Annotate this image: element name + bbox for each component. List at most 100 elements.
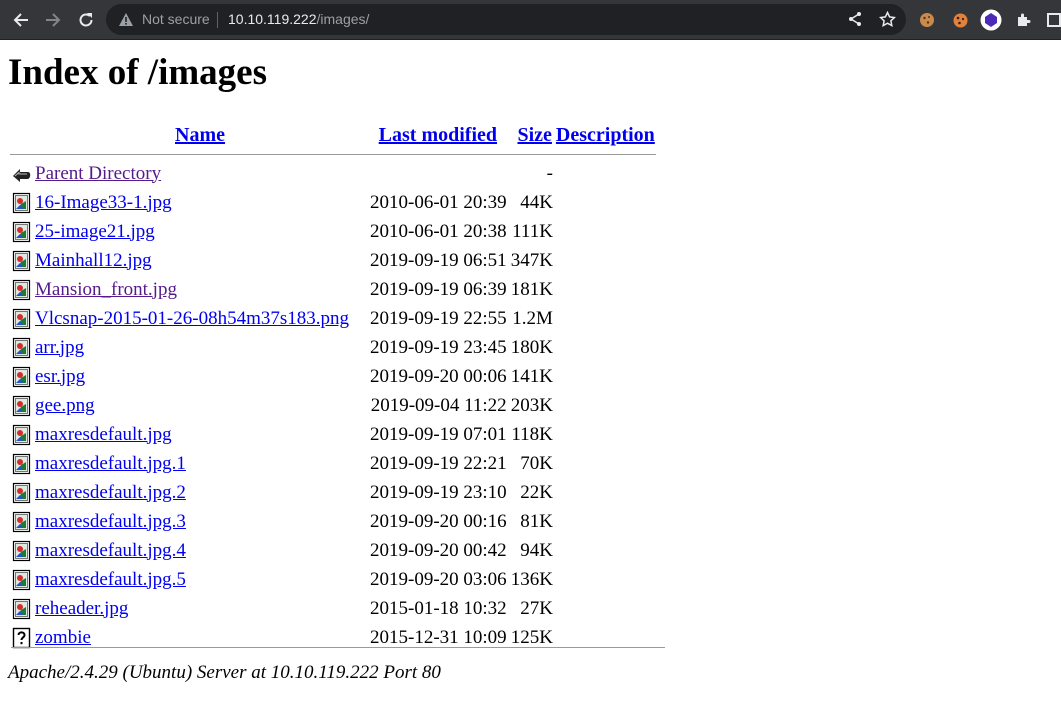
file-icon-cell [10,537,32,564]
parent-date-cell [368,160,508,187]
file-name-cell: 16-Image33-1.jpg [34,189,366,216]
parent-name-cell: Parent Directory [34,160,366,187]
address-bar[interactable]: Not secure 10.10.119.222/images/ [106,4,906,35]
file-date-cell: 2015-01-18 10:32 [370,597,507,619]
file-size-cell: 118K [511,423,553,445]
forward-arrow-icon[interactable] [42,9,64,31]
file-name-cell: Vlcsnap-2015-01-26-08h54m37s183.png [34,305,366,332]
image-file-icon [12,424,31,445]
file-link[interactable]: 25-image21.jpg [35,221,155,242]
file-name-cell: Mansion_front.jpg [34,276,366,303]
cookie-editor-extension-icon[interactable] [949,9,971,31]
file-link[interactable]: Vlcsnap-2015-01-26-08h54m37s183.png [35,308,349,329]
footer-divider [11,647,665,648]
file-link[interactable]: 16-Image33-1.jpg [35,192,172,213]
extensions-puzzle-icon[interactable] [1013,9,1035,31]
file-icon-cell [10,218,32,245]
url-text[interactable]: 10.10.119.222/images/ [228,11,369,27]
image-file-icon [12,540,31,561]
file-link[interactable]: maxresdefault.jpg [35,424,172,445]
file-size-cell: 22K [520,481,553,503]
image-file-icon [12,250,31,271]
file-date-cell: 2019-09-19 06:51 [370,249,507,271]
file-listing-table: Name Last modified Size Description Pare… [8,120,658,653]
url-path: /images/ [316,11,370,27]
file-link[interactable]: maxresdefault.jpg.3 [35,511,186,532]
directory-listing-page: Index of /images Name Last modified Size… [8,39,1053,683]
cookie-extension-icon[interactable] [916,9,938,31]
file-link[interactable]: maxresdefault.jpg.2 [35,482,186,503]
file-description-cell [555,392,656,419]
file-date-cell: 2019-09-19 23:45 [370,336,507,358]
file-date-cell: 2010-06-01 20:38 [370,220,507,242]
file-description-cell [555,218,656,245]
bookmark-star-icon[interactable] [876,8,898,30]
security-label[interactable]: Not secure [142,11,210,27]
file-row: Vlcsnap-2015-01-26-08h54m37s183.png 2019-… [10,305,656,332]
file-description-cell [555,247,656,274]
file-description-cell [555,334,656,361]
file-date-cell: 2019-09-19 22:21 [370,452,507,474]
warning-triangle-icon[interactable] [118,12,134,32]
file-link[interactable]: maxresdefault.jpg.5 [35,569,186,590]
parent-directory-link[interactable]: Parent Directory [35,163,161,184]
file-link[interactable]: Mansion_front.jpg [35,279,177,300]
window-icon[interactable] [1043,9,1061,31]
file-size-cell: 70K [520,452,553,474]
file-row: maxresdefault.jpg.4 2019-09-20 00:42 94K [10,537,656,564]
sort-by-name-link[interactable]: Name [175,124,225,146]
sort-by-description-link[interactable]: Description [556,124,655,146]
file-size-cell: 181K [510,278,553,300]
file-link[interactable]: gee.png [35,395,95,416]
sort-by-last-modified-link[interactable]: Last modified [379,124,497,146]
file-description-cell [555,450,656,477]
file-description-cell [555,363,656,390]
browser-toolbar: Not secure 10.10.119.222/images/ [0,0,1061,40]
file-row: maxresdefault.jpg.5 2019-09-20 03:06 136K [10,566,656,593]
file-row: maxresdefault.jpg.2 2019-09-19 23:10 22K [10,479,656,506]
file-link[interactable]: reheader.jpg [35,598,128,619]
file-icon-cell [10,392,32,419]
file-row: arr.jpg 2019-09-19 23:45 180K [10,334,656,361]
file-row: reheader.jpg 2015-01-18 10:32 27K [10,595,656,622]
file-link[interactable]: arr.jpg [35,337,84,358]
url-host: 10.10.119.222 [228,11,317,27]
file-size-cell: 111K [512,220,553,242]
size-header: Size [510,122,553,149]
back-arrow-icon[interactable] [10,9,32,31]
back-arrow-folder-icon [13,168,31,182]
file-icon-cell [10,479,32,506]
file-size-cell: 27K [520,597,553,619]
file-name-cell: esr.jpg [34,363,366,390]
sort-by-size-link[interactable]: Size [517,124,551,146]
file-icon-cell [10,450,32,477]
file-date-cell: 2019-09-19 22:55 [370,307,507,329]
reload-icon[interactable] [75,9,97,31]
file-row: gee.png 2019-09-04 11:22 203K [10,392,656,419]
file-link[interactable]: maxresdefault.jpg.4 [35,540,186,561]
file-date-cell: 2019-09-19 07:01 [370,423,507,445]
image-file-icon [12,308,31,329]
file-name-cell: maxresdefault.jpg.2 [34,479,366,506]
file-icon-cell [10,421,32,448]
file-icon-cell [10,334,32,361]
proxy-extension-icon[interactable] [980,9,1002,31]
image-file-icon [12,569,31,590]
file-description-cell [555,566,656,593]
file-row: Mainhall12.jpg 2019-09-19 06:51 347K [10,247,656,274]
share-icon[interactable] [844,8,866,30]
file-link[interactable]: esr.jpg [35,366,85,387]
server-signature: Apache/2.4.29 (Ubuntu) Server at 10.10.1… [8,662,441,683]
file-link[interactable]: Mainhall12.jpg [35,250,152,271]
image-file-icon [12,192,31,213]
file-date-cell: 2019-09-20 00:06 [370,365,507,387]
file-date-cell: 2019-09-19 23:10 [370,481,507,503]
image-file-icon [12,453,31,474]
parent-description-cell [555,160,656,187]
image-file-icon [12,279,31,300]
file-link[interactable]: maxresdefault.jpg.1 [35,453,186,474]
description-header: Description [555,122,656,149]
file-link[interactable]: zombie [35,627,91,648]
file-icon-cell [10,189,32,216]
file-icon-cell [10,363,32,390]
